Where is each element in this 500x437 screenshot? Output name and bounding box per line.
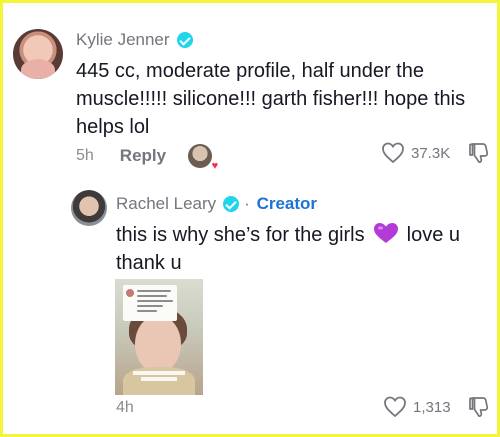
comment-text-line: helps lol [76,116,150,138]
avatar[interactable] [13,29,63,79]
reply-avatar[interactable] [71,190,107,226]
thumbnail-card-line [137,290,171,292]
thumbnail-caption [141,377,177,381]
creator-liked-avatar: ♥ [188,144,218,172]
thumbnail-comment-card [123,285,177,321]
thumbs-down-icon[interactable] [468,396,490,418]
reply-like-group: 1,313 [383,396,451,418]
separator-dot: · [244,194,250,213]
like-count: 37.3K [411,144,451,162]
reply-text-part: love u [406,224,460,246]
purple-heart-emoji [373,223,398,243]
thumbnail-card-line [137,300,173,302]
video-thumbnail[interactable] [115,279,203,395]
like-count: 1,313 [413,398,451,416]
reply-meta: 4h [116,399,134,417]
thumbnail-face [135,315,181,373]
creator-label: Creator [256,194,318,213]
reply-timestamp: 4h [116,399,134,416]
thumbnail-card-line [137,305,163,307]
comment-username[interactable]: Kylie Jenner [76,30,170,50]
comment-author[interactable]: Kylie Jenner [76,30,193,50]
screenshot-frame: Kylie Jenner 445 cc, moderate profile, h… [0,0,500,437]
comment-meta: 5h Reply ♥ [76,144,218,172]
comment-text-line: muscle!!!!! silicone!!! garth fisher!!! … [76,88,466,110]
verified-badge-icon [176,32,193,48]
reply-button[interactable]: Reply [120,146,166,166]
reply-username[interactable]: Rachel Leary [116,194,216,214]
thumbnail-card-line [137,295,167,297]
comment-like-group: 37.3K [381,142,450,164]
thumbnail-card-avatar [126,289,134,297]
heart-outline-icon[interactable] [383,396,407,418]
comment-text-line: 445 cc, moderate profile, half under the [76,60,424,82]
reply-text-line: thank u [116,252,182,274]
verified-badge-icon [223,196,240,212]
reply-author[interactable]: Rachel Leary · Creator [116,194,317,214]
comment-text: 445 cc, moderate profile, half under the… [76,57,465,141]
thumbnail-card-line [137,310,157,312]
liked-heart-icon: ♥ [211,160,219,172]
reply-text-line: this is why she’s for the girls love u [116,221,460,249]
heart-outline-icon[interactable] [381,142,405,164]
thumbs-down-icon[interactable] [468,142,490,164]
reply-text-part: this is why she’s for the girls [116,224,365,246]
reply-text: this is why she’s for the girls love u t… [116,221,460,277]
comment-timestamp: 5h [76,147,94,164]
thumbnail-caption [133,371,185,375]
